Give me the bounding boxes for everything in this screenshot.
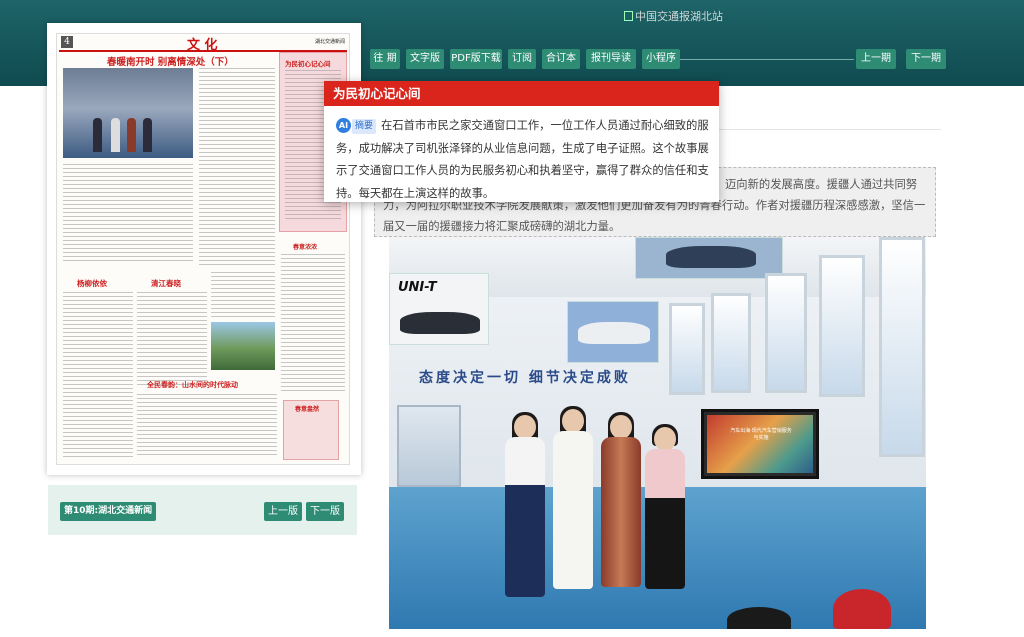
wall-slogan: 态度决定一切 细节决定成败 [419, 370, 631, 386]
photo-chair [727, 607, 791, 629]
photo-person [505, 412, 545, 605]
prev-issue-button[interactable]: 上一期 [856, 49, 896, 69]
nav-past-issues[interactable]: 往 期 [370, 49, 400, 69]
photo-window [819, 255, 865, 397]
photo-car-banner [635, 237, 783, 279]
nav-bound-volume[interactable]: 合订本 [542, 49, 580, 69]
nav-reading-guide[interactable]: 报刊导读 [586, 49, 636, 69]
banner-brand: UNI-T [398, 280, 437, 295]
nav-text-version[interactable]: 文字版 [406, 49, 444, 69]
popup-title: 为民初心记心间 [324, 81, 719, 106]
photo-window [765, 273, 807, 393]
next-issue-button[interactable]: 下一期 [906, 49, 946, 69]
site-logo[interactable]: 中国交通报湖北站 [624, 8, 723, 24]
thumb-heading-a[interactable]: 杨柳依依 [77, 278, 107, 289]
nav-pdf-download[interactable]: PDF版下载 [450, 49, 502, 69]
photo-window [711, 293, 751, 393]
photo-window [879, 237, 925, 457]
tv-screen [707, 415, 813, 473]
thumb-text-block [137, 394, 277, 458]
photo-window [669, 303, 705, 395]
summary-line-3: 届又一届的援疆接力将汇聚成磅礴的湖北力量。 [383, 220, 621, 233]
thumb-text-block[interactable] [199, 68, 275, 268]
photo-car-banner: UNI-T [389, 273, 489, 345]
thumb-text-block [211, 272, 275, 318]
photo-tv: 汽车出海·现代汽车营销服务与实施 [701, 409, 819, 479]
popup-body: AI 摘要 在石首市市民之家交通窗口工作，一位工作人员通过耐心细致的服务，成功解决了… [336, 115, 711, 205]
ai-icon: AI [336, 118, 351, 133]
popup-text: 在石首市市民之家交通窗口工作，一位工作人员通过耐心细致的服务，成功解决了司机张泽… [336, 119, 709, 200]
thumb-text-block [63, 292, 133, 458]
nav-subscribe[interactable]: 订阅 [508, 49, 536, 69]
edition-label[interactable]: 第10期:湖北交通新闻 [60, 502, 157, 521]
nav-divider [675, 59, 854, 60]
page-number: 4 [61, 36, 73, 48]
article-photo: UNI-T 态度决定一切 细节决定成败 汽车出海·现代汽车营销服务与实施 [389, 237, 926, 629]
thumb-headline-side[interactable]: 为民初心记心间 [285, 58, 331, 68]
car-shape [578, 322, 650, 344]
issue-navbar: 往 期 文字版 PDF版下载 订阅 合订本 报刊导读 小程序 上一期 下一期 [370, 49, 946, 69]
thumb-headline-main[interactable]: 春暖南开时 别离情深处（下） [107, 54, 234, 68]
photo-person [645, 424, 685, 591]
photo-chair [833, 589, 891, 629]
ai-summary-popup: 为民初心记心间 AI 摘要 在石首市市民之家交通窗口工作，一位工作人员通过耐心细致的… [324, 81, 719, 202]
photo-person [553, 406, 593, 595]
thumb-heading-d[interactable]: 春意盎然 [295, 404, 319, 413]
thumb-heading-e[interactable]: 春意浓浓 [293, 242, 317, 251]
page-thumbnail[interactable]: 4 文 化 湖北交通新闻 春暖南开时 别离情深处（下） 为民初心记心间 春意浓浓… [47, 23, 361, 475]
nav-mini-program[interactable]: 小程序 [642, 49, 680, 69]
thumb-text-block[interactable] [63, 164, 193, 264]
tv-text: 汽车出海·现代汽车营销服务与实施 [730, 428, 792, 441]
car-shape [400, 312, 480, 334]
thumb-heading-b[interactable]: 清江春晓 [151, 278, 181, 289]
edition-footer: 第10期:湖北交通新闻 上一版 下一版 [48, 485, 357, 535]
next-page-button[interactable]: 下一版 [306, 502, 344, 521]
car-shape [666, 246, 756, 268]
thumb-photo-group[interactable] [63, 68, 193, 158]
thumb-text-block [281, 254, 345, 394]
thumb-heading-c[interactable]: 全民春韵：山水间的时代脉动 [147, 380, 238, 390]
thumb-photo-landscape[interactable] [211, 322, 275, 370]
photo-door [397, 405, 461, 487]
logo-alt-text: 中国交通报湖北站 [635, 10, 723, 23]
summary-tag: 摘要 [352, 119, 377, 134]
photo-person [601, 412, 641, 591]
newspaper-page[interactable]: 4 文 化 湖北交通新闻 春暖南开时 别离情深处（下） 为民初心记心间 春意浓浓… [56, 33, 350, 465]
photo-car-banner [567, 301, 659, 363]
broken-image-icon [624, 11, 633, 21]
prev-page-button[interactable]: 上一版 [264, 502, 302, 521]
thumb-text-block [137, 292, 207, 388]
paper-name: 湖北交通新闻 [314, 39, 345, 45]
